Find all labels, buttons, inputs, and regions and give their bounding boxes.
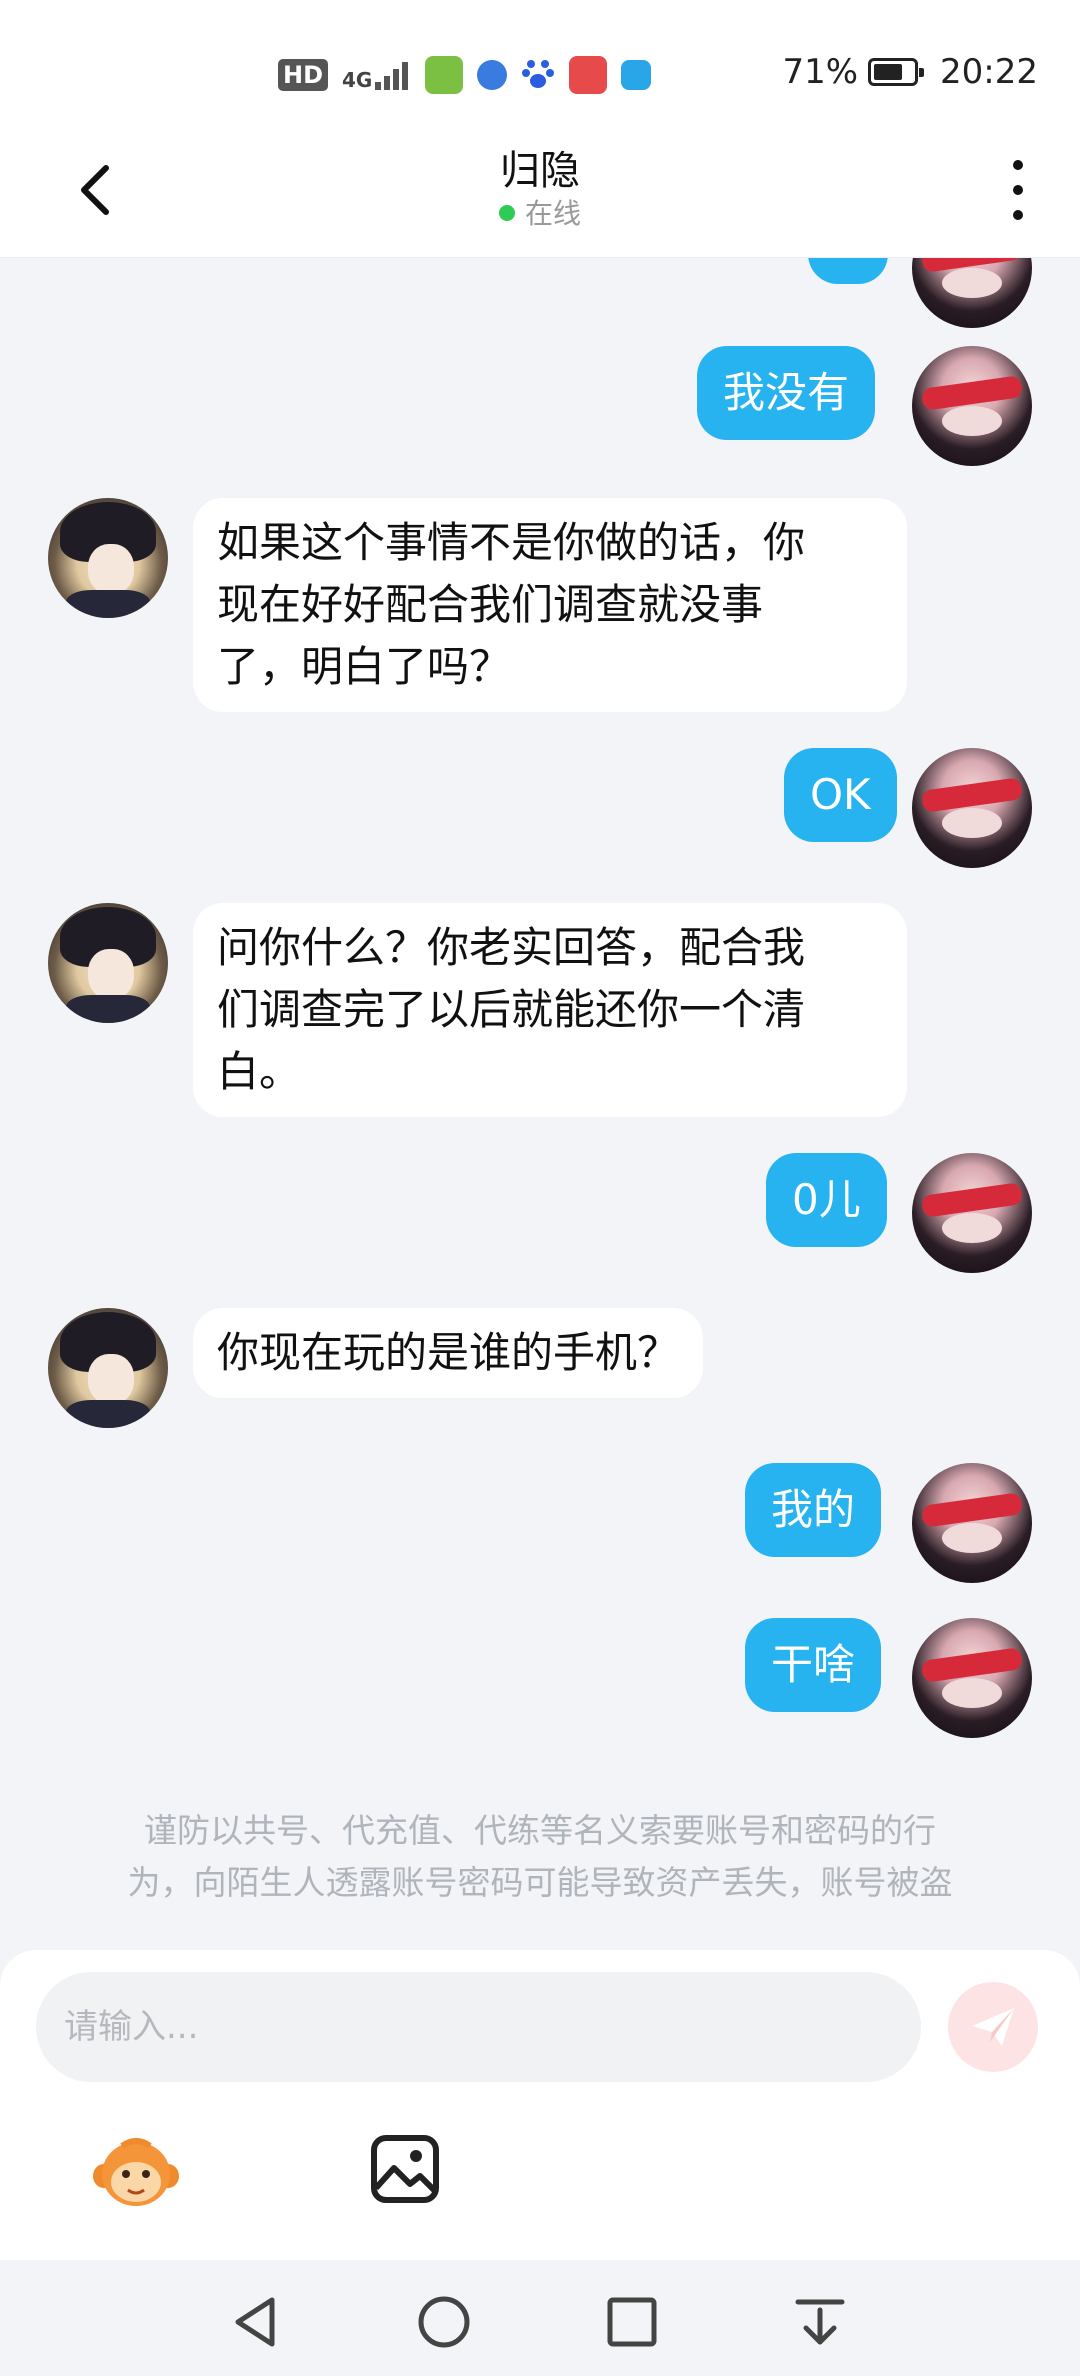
input-panel: [0, 1950, 1080, 2260]
image-button[interactable]: [370, 2134, 440, 2204]
my-message-bubble[interactable]: 0儿: [766, 1153, 887, 1247]
wifi-app-icon: [425, 56, 464, 94]
contact-avatar[interactable]: [48, 903, 168, 1023]
network-type: 4G: [342, 68, 373, 92]
clock: 20:22: [940, 52, 1038, 92]
briefcase-app-icon: [621, 60, 652, 90]
monkey-emoji-button[interactable]: [92, 2134, 180, 2210]
more-dot-icon: [1013, 160, 1023, 170]
nav-home-button[interactable]: [416, 2294, 472, 2350]
paper-plane-icon: [972, 2008, 1014, 2046]
online-dot-icon: [498, 205, 515, 221]
contact-message-bubble[interactable]: 如果这个事情不是你做的话，你 现在好好配合我们调查就没事 了，明白了吗？: [193, 498, 907, 712]
blue-orb-app-icon: [477, 60, 508, 90]
hd-badge: HD: [278, 59, 329, 91]
send-button[interactable]: [948, 1982, 1038, 2072]
nav-notification-button[interactable]: [792, 2294, 848, 2350]
book-app-icon: [569, 56, 608, 94]
warning-line: 谨防以共号、代充值、代练等名义索要账号和密码的行: [144, 1811, 936, 1850]
circle-home-icon: [418, 2296, 470, 2348]
message-line: 白。: [217, 1047, 302, 1096]
status-right: 71% 20:22: [782, 52, 1038, 92]
my-message-bubble[interactable]: OK: [784, 748, 897, 842]
more-dot-icon: [1013, 210, 1023, 220]
security-warning: 谨防以共号、代充值、代练等名义索要账号和密码的行 为，向陌生人透露账号密码可能导…: [60, 1805, 1020, 1909]
square-recents-icon: [607, 2297, 657, 2347]
my-avatar[interactable]: [912, 1463, 1032, 1583]
message-line: 们调查完了以后就能还你一个清: [217, 985, 806, 1034]
message-input[interactable]: [36, 1972, 921, 2082]
image-icon: [371, 2135, 439, 2203]
nav-back-button[interactable]: [228, 2294, 284, 2350]
my-avatar[interactable]: [912, 748, 1032, 868]
message-line: 现在好好配合我们调查就没事: [217, 580, 764, 629]
contact-name: 归隐: [500, 148, 580, 194]
monkey-face-icon: [93, 2138, 179, 2206]
nav-recents-button[interactable]: [604, 2294, 660, 2350]
status-icons: HD 4G: [278, 56, 652, 94]
notification-down-icon: [795, 2299, 845, 2345]
message-line: 了，明白了吗？: [217, 642, 512, 691]
message-bubble-partial: [808, 258, 888, 284]
my-avatar[interactable]: [912, 258, 1032, 328]
triangle-back-icon: [235, 2297, 275, 2347]
online-status: 在线: [0, 192, 1080, 232]
paw-app-icon: [521, 56, 555, 94]
my-message-bubble[interactable]: 我没有: [697, 346, 876, 440]
signal-icon: 4G: [342, 60, 411, 90]
message-line: 问你什么？你老实回答，配合我: [217, 923, 806, 972]
contact-avatar[interactable]: [48, 498, 168, 618]
message-list[interactable]: 我没有 如果这个事情不是你做的话，你 现在好好配合我们调查就没事 了，明白了吗？…: [0, 258, 1080, 1950]
online-status-label: 在线: [524, 197, 581, 230]
my-avatar[interactable]: [912, 346, 1032, 466]
battery-percent: 71%: [782, 52, 859, 92]
contact-message-bubble[interactable]: 你现在玩的是谁的手机？: [193, 1308, 704, 1398]
more-options-button[interactable]: [1008, 160, 1028, 220]
message-line: 你现在玩的是谁的手机？: [217, 1328, 680, 1377]
battery-icon: [868, 58, 925, 86]
more-dot-icon: [1013, 185, 1023, 195]
my-avatar[interactable]: [912, 1618, 1032, 1738]
my-message-bubble[interactable]: 干啥: [745, 1618, 882, 1712]
contact-avatar[interactable]: [48, 1308, 168, 1428]
contact-message-bubble[interactable]: 问你什么？你老实回答，配合我 们调查完了以后就能还你一个清 白。: [193, 903, 907, 1117]
system-nav-bar: [0, 2260, 1080, 2376]
status-bar: HD 4G 71% 20:22: [0, 0, 1080, 130]
chat-header: 归隐 在线: [0, 130, 1080, 258]
my-message-bubble[interactable]: 我的: [745, 1463, 882, 1557]
warning-line: 为，向陌生人透露账号密码可能导致资产丢失，账号被盗: [127, 1863, 953, 1902]
message-line: 如果这个事情不是你做的话，你: [217, 518, 806, 567]
my-avatar[interactable]: [912, 1153, 1032, 1273]
